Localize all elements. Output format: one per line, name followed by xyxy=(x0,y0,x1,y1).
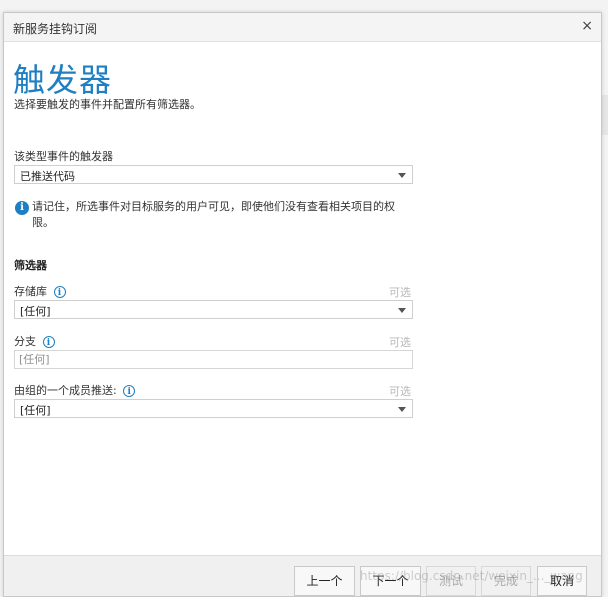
cancel-button[interactable]: 取消 xyxy=(537,566,587,596)
chevron-down-icon xyxy=(398,308,406,313)
page-subtitle: 选择要触发的事件并配置所有筛选器。 xyxy=(14,98,201,111)
branch-input[interactable] xyxy=(19,352,399,367)
member-group-optional: 可选 xyxy=(389,385,411,398)
trigger-select-value: 已推送代码 xyxy=(20,170,75,183)
branch-info-icon[interactable]: i xyxy=(42,336,55,348)
subscription-dialog: 新服务挂钩订阅 × 触发器 选择要触发的事件并配置所有筛选器。 该类型事件的触发… xyxy=(3,12,602,597)
member-group-info-icon[interactable]: i xyxy=(123,385,136,397)
dialog-footer: 上一个 下一个 测试 完成 取消 xyxy=(4,555,601,596)
branch-input-box xyxy=(14,350,413,369)
chevron-down-icon xyxy=(398,407,406,412)
close-icon[interactable]: × xyxy=(581,18,593,34)
repository-select-value: [任何] xyxy=(20,305,51,318)
dialog-title: 新服务挂钩订阅 xyxy=(13,22,98,36)
page-title: 触发器 xyxy=(13,61,113,99)
next-button[interactable]: 下一个 xyxy=(360,566,421,596)
member-group-label: 由组的一个成员推送: xyxy=(14,384,117,397)
trigger-label: 该类型事件的触发器 xyxy=(14,150,113,163)
trigger-select[interactable]: 已推送代码 xyxy=(14,165,413,184)
previous-button[interactable]: 上一个 xyxy=(294,566,355,596)
chevron-down-icon xyxy=(398,173,406,178)
member-group-select[interactable]: [任何] xyxy=(14,399,413,418)
member-group-label-row: 由组的一个成员推送: i xyxy=(14,382,136,398)
visibility-note: 请记住，所选事件对目标服务的用户可见，即使他们没有查看相关项目的权限。 xyxy=(32,200,395,229)
repository-select[interactable]: [任何] xyxy=(14,300,413,319)
repository-optional: 可选 xyxy=(389,286,411,299)
info-icon: i xyxy=(15,201,29,215)
branch-optional: 可选 xyxy=(389,336,411,349)
filters-heading: 筛选器 xyxy=(14,259,47,272)
branch-label-row: 分支 i xyxy=(14,333,55,349)
finish-button[interactable]: 完成 xyxy=(481,566,531,596)
test-button[interactable]: 测试 xyxy=(426,566,476,596)
repository-label-row: 存储库 i xyxy=(14,283,66,299)
dialog-titlebar: 新服务挂钩订阅 × xyxy=(4,13,601,42)
member-group-select-value: [任何] xyxy=(20,404,51,417)
branch-label: 分支 xyxy=(14,335,36,348)
repository-info-icon[interactable]: i xyxy=(53,286,66,298)
repository-label: 存储库 xyxy=(14,285,47,298)
